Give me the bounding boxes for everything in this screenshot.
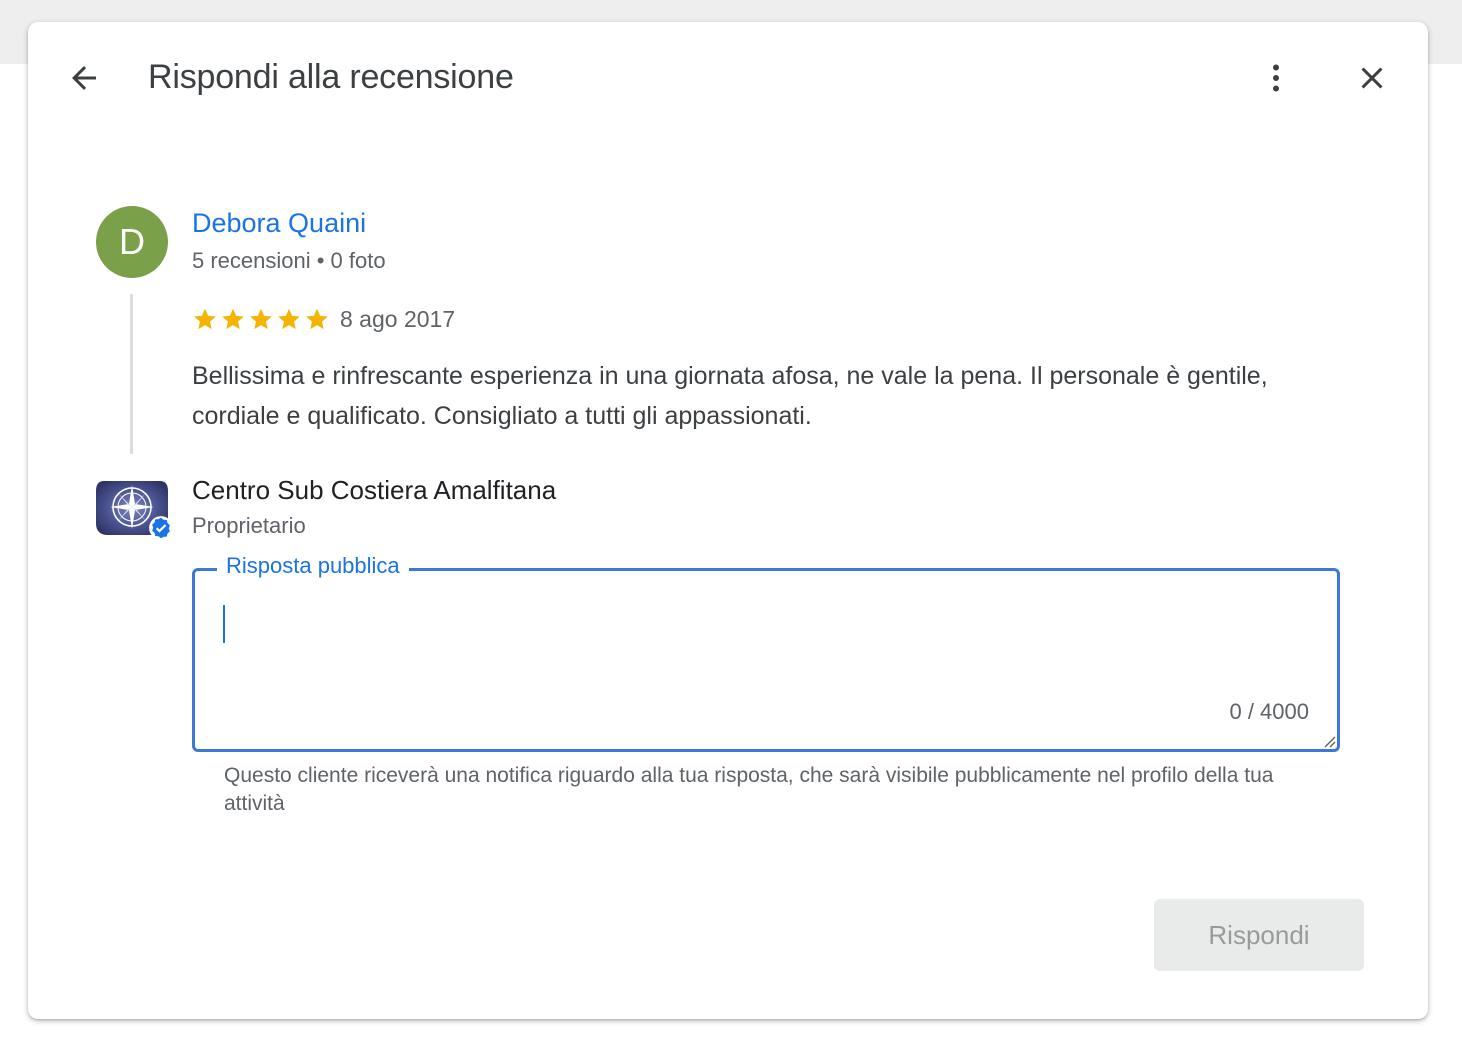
reviewer-avatar-initial: D	[119, 221, 145, 262]
owner-name: Centro Sub Costiera Amalfitana	[192, 475, 557, 505]
resize-handle-icon[interactable]	[1320, 732, 1336, 748]
public-reply-label: Risposta pubblica	[217, 553, 409, 579]
close-button[interactable]	[1348, 54, 1396, 102]
text-caret	[223, 605, 225, 643]
reviewer-avatar[interactable]: D	[96, 206, 168, 278]
verified-badge-icon	[149, 516, 173, 540]
star-icon	[278, 308, 300, 330]
public-reply-textarea[interactable]: Risposta pubblica 0 / 4000	[192, 553, 1340, 752]
star-icon	[306, 308, 328, 330]
reviewer-name-link[interactable]: Debora Quaini	[192, 208, 366, 239]
back-button[interactable]	[60, 54, 108, 102]
more-options-button[interactable]	[1252, 54, 1300, 102]
owner-avatar	[96, 477, 173, 540]
star-icon	[194, 308, 216, 330]
star-icon	[250, 308, 272, 330]
star-rating	[192, 306, 330, 332]
reviewer-meta: 5 recensioni • 0 foto	[192, 248, 386, 273]
character-counter: 0 / 4000	[1229, 699, 1309, 724]
more-vertical-icon	[1273, 64, 1279, 92]
close-icon	[1361, 67, 1383, 89]
thread-line	[130, 294, 133, 454]
dialog-title: Rispondi alla recensione	[148, 58, 514, 96]
arrow-left-icon	[72, 66, 96, 90]
reply-dialog: Rispondi alla recensione D Debora Quaini…	[28, 22, 1428, 1019]
review-rating: 8 ago 2017	[192, 304, 455, 334]
review-date: 8 ago 2017	[340, 305, 456, 332]
owner-role: Proprietario	[192, 513, 306, 538]
review-text: Bellissima e rinfrescante esperienza in …	[192, 362, 1268, 430]
submit-reply-button[interactable]: Rispondi	[1154, 899, 1364, 971]
reply-helper-text: Questo cliente riceverà una notifica rig…	[224, 764, 1274, 815]
star-icon	[222, 308, 244, 330]
